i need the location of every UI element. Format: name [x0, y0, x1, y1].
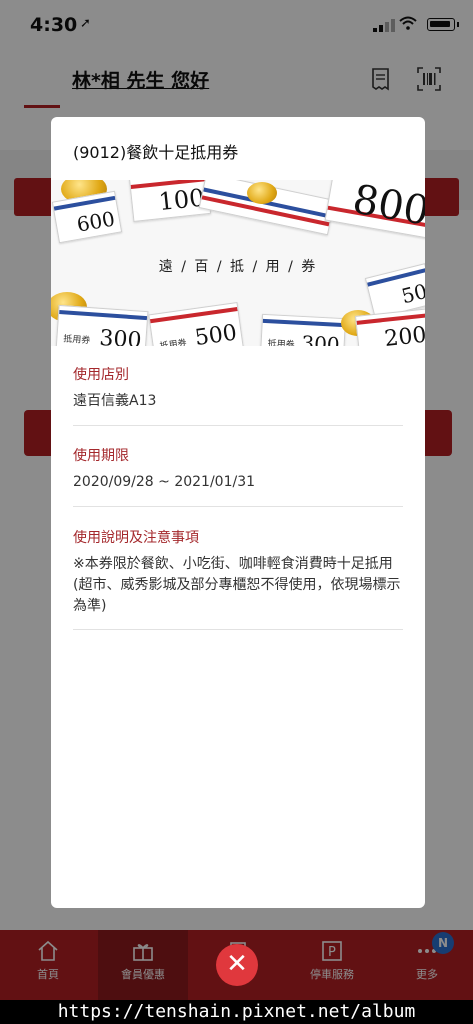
- coupon-label: 抵用券: [62, 334, 91, 346]
- coin-image: [247, 182, 277, 204]
- divider: [73, 506, 403, 507]
- section-label: 使用說明及注意事項: [73, 530, 199, 546]
- coupon-detail-modal: (9012)餐飲十足抵用券 100 600 800 遠 / 百 / 抵 / 用 …: [51, 117, 425, 908]
- coupon-amount: 500: [193, 320, 239, 346]
- coupon-image: 800: [324, 180, 425, 239]
- coupon-amount: 800: [349, 180, 425, 235]
- modal-title: (9012)餐飲十足抵用券: [73, 143, 239, 162]
- coupon-image: 抵用券 300: [259, 313, 347, 346]
- divider: [73, 425, 403, 426]
- coupon-amount: 600: [74, 206, 117, 237]
- section-label: 使用期限: [73, 448, 129, 464]
- close-button[interactable]: ✕: [216, 944, 258, 986]
- coupon-amount: 50: [399, 278, 425, 309]
- section-label: 使用店別: [73, 367, 129, 383]
- coupon-image: 100: [128, 180, 212, 222]
- coupon-label: 抵用券: [159, 338, 188, 346]
- coupon-amount: 100: [157, 183, 206, 217]
- coupon-image: 200: [355, 308, 425, 346]
- section-value: 2020/09/28 ~ 2021/01/31: [73, 474, 256, 490]
- coupon-label: 抵用券: [267, 339, 295, 346]
- section-validity: 使用期限 2020/09/28 ~ 2021/01/31: [73, 445, 403, 493]
- section-instructions: 使用說明及注意事項 ※本券限於餐飲、小吃街、咖啡輕食消費時十足抵用(超市、威秀影…: [73, 527, 403, 617]
- coupon-amount: 300: [98, 325, 143, 346]
- section-store: 使用店別 遠百信義A13: [73, 364, 403, 412]
- section-value: 遠百信義A13: [73, 393, 157, 409]
- coupon-amount: 300: [300, 330, 341, 346]
- coupon-image: 抵用券 300: [55, 304, 149, 346]
- banner-caption: 遠 / 百 / 抵 / 用 / 券: [158, 259, 318, 275]
- coupon-amount: 200: [383, 322, 425, 346]
- divider: [73, 629, 403, 630]
- section-value: ※本券限於餐飲、小吃街、咖啡輕食消費時十足抵用(超市、威秀影城及部分專櫃恕不得使…: [73, 556, 401, 614]
- watermark-url: https://tenshain.pixnet.net/album: [0, 1000, 473, 1024]
- coupon-banner-image: 100 600 800 遠 / 百 / 抵 / 用 / 券 抵用券 300 抵用…: [51, 180, 425, 346]
- coupon-image: 600: [51, 190, 123, 244]
- coupon-image: 抵用券 500: [148, 301, 244, 346]
